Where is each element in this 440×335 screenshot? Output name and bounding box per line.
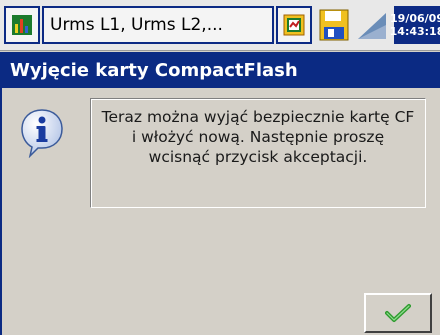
clock: 19/06/09 14:43:18	[390, 6, 440, 44]
chart-icon	[12, 15, 32, 35]
message-box: Teraz można wyjąć bezpiecznie kartę CF i…	[90, 98, 426, 208]
channel-selector-label: Urms L1, Urms L2,...	[50, 15, 223, 35]
dialog-body: Teraz można wyjąć bezpiecznie kartę CF i…	[0, 88, 440, 335]
dialog-title: Wyjęcie karty CompactFlash	[10, 59, 298, 81]
view-switch-icon	[283, 14, 305, 36]
info-icon	[21, 109, 63, 158]
status-toolbar: Urms L1, Urms L2,... 19/06/09 14:43:18	[0, 0, 440, 51]
app-menu-button[interactable]	[4, 6, 40, 44]
signal-indicator	[354, 6, 390, 44]
signal-icon	[356, 9, 388, 41]
clock-time: 14:43:18	[389, 25, 440, 38]
message-text: Teraz można wyjąć bezpiecznie kartę CF i…	[101, 108, 415, 166]
checkmark-icon	[385, 304, 411, 322]
view-switch-button[interactable]	[276, 6, 312, 44]
dialog-title-bar: Wyjęcie karty CompactFlash	[0, 52, 440, 88]
clock-date: 19/06/09	[390, 12, 440, 25]
floppy-disk-icon	[319, 9, 349, 41]
accept-button[interactable]	[364, 293, 432, 333]
save-button[interactable]	[316, 6, 352, 44]
channel-selector[interactable]: Urms L1, Urms L2,...	[42, 6, 274, 44]
